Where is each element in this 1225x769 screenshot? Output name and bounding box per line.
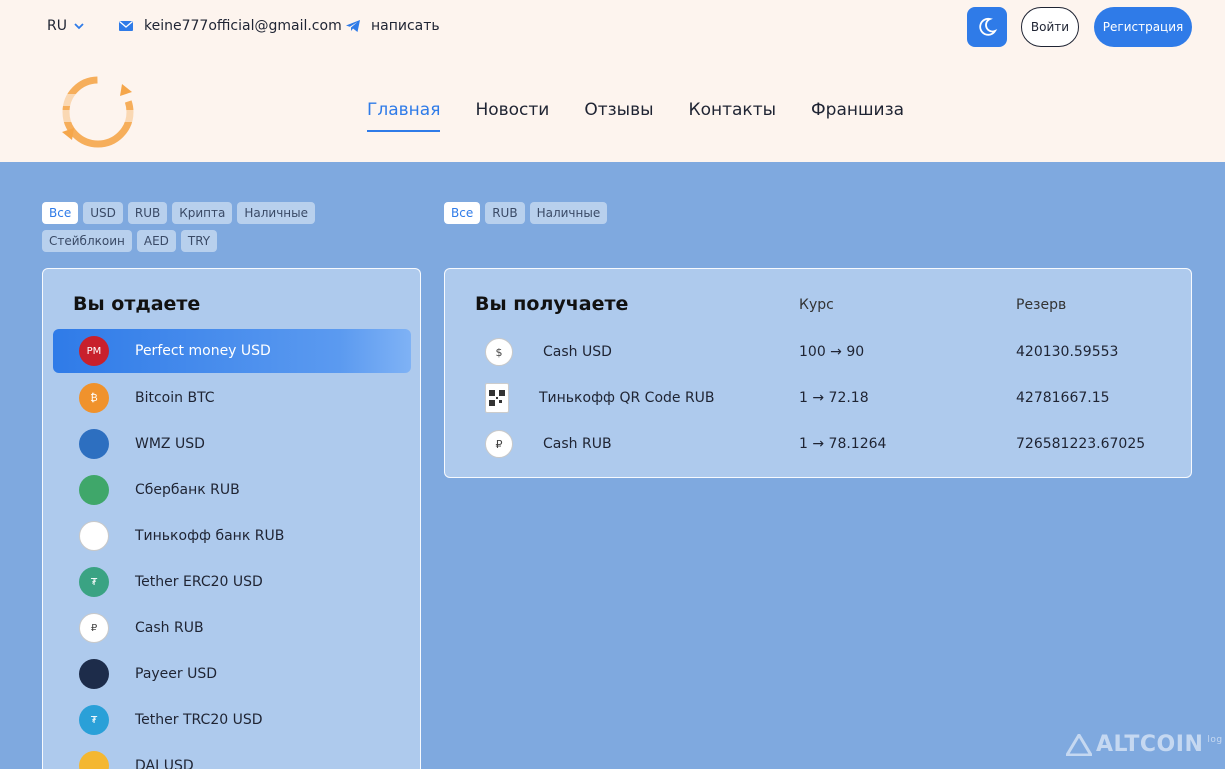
give-currency-label: Tether TRC20 USD [135, 712, 263, 728]
receive-filter-cash[interactable]: Наличные [529, 202, 608, 224]
give-filter-aed[interactable]: AED [136, 230, 176, 252]
receive-title: Вы получаете [475, 293, 629, 315]
give-currency-item[interactable]: ₽ Cash RUB [53, 605, 411, 651]
exchange-rate: 1 → 78.1264 [799, 436, 887, 452]
receive-filter-rub[interactable]: RUB [485, 202, 525, 224]
receive-currency-label: Тинькофф QR Code RUB [539, 390, 715, 406]
rate-header: Курс [799, 297, 834, 313]
give-currency-item[interactable]: ₮ Tether ERC20 USD [53, 559, 411, 605]
sberbank-icon [79, 475, 109, 505]
mail-icon [119, 21, 133, 31]
write-text: написать [371, 18, 440, 34]
give-currency-item[interactable]: Сбербанк RUB [53, 467, 411, 513]
tether-trc20-icon: ₮ [79, 705, 109, 735]
give-currency-item[interactable]: Тинькофф банк RUB [53, 513, 411, 559]
moon-icon [979, 17, 998, 36]
nav-contacts[interactable]: Контакты [689, 100, 777, 132]
receive-filters: Все RUB Наличные [444, 202, 608, 224]
give-currency-item[interactable]: ₿ Bitcoin BTC [53, 375, 411, 421]
telegram-icon [346, 20, 360, 32]
give-currency-label: Bitcoin BTC [135, 390, 215, 406]
perfect-money-icon: PM [79, 336, 109, 366]
email-link[interactable]: keine777official@gmail.com [118, 18, 342, 34]
receive-filter-all[interactable]: Все [444, 202, 481, 224]
write-link[interactable]: написать [345, 18, 440, 34]
cash-icon: ₽ [79, 613, 109, 643]
give-currency-item[interactable]: PM Perfect money USD [53, 329, 411, 373]
nav-home[interactable]: Главная [367, 100, 441, 132]
exchange-rate: 1 → 72.18 [799, 390, 869, 406]
chevron-down-icon [74, 23, 84, 30]
watermark-sub: log [1207, 734, 1223, 745]
give-filter-all[interactable]: Все [42, 202, 79, 224]
watermark: ALTCOIN log [1066, 732, 1223, 757]
reserve-amount: 726581223.67025 [1016, 436, 1146, 452]
login-button[interactable]: Войти [1021, 7, 1079, 47]
give-title: Вы отдаете [73, 293, 201, 315]
language-label: RU [47, 18, 67, 34]
tinkoff-qr-icon [485, 383, 509, 413]
register-button[interactable]: Регистрация [1094, 7, 1192, 47]
reserve-header: Резерв [1016, 297, 1067, 313]
reserve-amount: 42781667.15 [1016, 390, 1110, 406]
give-currency-item[interactable]: ₮ Tether TRC20 USD [53, 697, 411, 743]
give-currency-label: Payeer USD [135, 666, 218, 682]
give-currency-item[interactable]: DAI USD [53, 743, 411, 769]
nav-reviews[interactable]: Отзывы [584, 100, 653, 132]
site-logo[interactable] [42, 70, 146, 154]
nav-news[interactable]: Новости [475, 100, 549, 132]
bitcoin-icon: ₿ [79, 383, 109, 413]
receive-currency-item[interactable]: Тинькофф QR Code RUB 1 → 72.18 42781667.15 [475, 375, 1175, 421]
give-currency-item[interactable]: Payeer USD [53, 651, 411, 697]
nav-franchise[interactable]: Франшиза [811, 100, 904, 132]
receive-currency-label: Cash USD [543, 344, 612, 360]
watermark-text: ALTCOIN [1096, 732, 1204, 757]
webmoney-icon [79, 429, 109, 459]
reserve-amount: 420130.59553 [1016, 344, 1119, 360]
cash-rub-icon: ₽ [485, 430, 513, 458]
give-currency-item[interactable]: WMZ USD [53, 421, 411, 467]
give-filter-crypto[interactable]: Крипта [172, 202, 233, 224]
dai-icon [79, 751, 109, 769]
cash-usd-icon: $ [485, 338, 513, 366]
receive-currency-label: Cash RUB [543, 436, 612, 452]
altcoin-logo-icon [1066, 733, 1092, 756]
exchange-rate: 100 → 90 [799, 344, 865, 360]
email-text: keine777official@gmail.com [144, 18, 342, 34]
give-currency-label: DAI USD [135, 758, 194, 769]
receive-currency-item[interactable]: ₽ Cash RUB 1 → 78.1264 726581223.67025 [475, 421, 1175, 467]
give-currency-list: PM Perfect money USD ₿ Bitcoin BTC WMZ USD Сб… [53, 329, 411, 769]
give-currency-label: Cash RUB [135, 620, 204, 636]
top-bar: RU keine777official@gmail.com написать В… [0, 0, 1225, 56]
language-selector[interactable]: RU [47, 18, 85, 34]
site-header: RU keine777official@gmail.com написать В… [0, 0, 1225, 162]
receive-panel: Вы получаете Курс Резерв $ Cash USD 100 → … [444, 268, 1192, 478]
give-filter-try[interactable]: TRY [180, 230, 218, 252]
give-currency-label: Tether ERC20 USD [135, 574, 263, 590]
theme-toggle-button[interactable] [967, 7, 1007, 47]
give-currency-label: WMZ USD [135, 436, 205, 452]
give-currency-label: Сбербанк RUB [135, 482, 240, 498]
give-filter-usd[interactable]: USD [83, 202, 123, 224]
main-nav: Главная Новости Отзывы Контакты Франшиза [367, 100, 904, 132]
give-filter-stablecoin[interactable]: Стейблкоин [42, 230, 132, 252]
give-filter-rub[interactable]: RUB [127, 202, 168, 224]
give-currency-label: Тинькофф банк RUB [135, 528, 285, 544]
give-filter-cash[interactable]: Наличные [237, 202, 315, 224]
give-currency-label: Perfect money USD [135, 343, 271, 359]
receive-currency-item[interactable]: $ Cash USD 100 → 90 420130.59553 [475, 329, 1175, 375]
payeer-icon [79, 659, 109, 689]
give-panel: Вы отдаете PM Perfect money USD ₿ Bitcoin B… [42, 268, 421, 769]
give-filters: Все USD RUB Крипта Наличные Стейблкоин A… [42, 202, 342, 252]
receive-currency-list: $ Cash USD 100 → 90 420130.59553 Тинькофф QR… [475, 329, 1175, 467]
tether-icon: ₮ [79, 567, 109, 597]
tinkoff-icon [79, 521, 109, 551]
